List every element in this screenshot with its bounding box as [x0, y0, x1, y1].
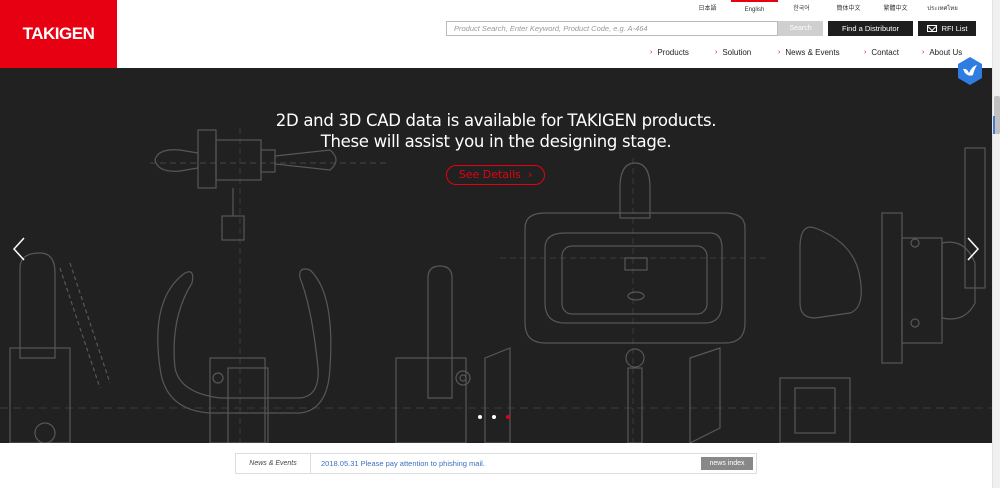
slider-dot-active[interactable]: [506, 415, 510, 419]
nav-item-label: Contact: [871, 47, 899, 57]
slider-pagination: [478, 415, 510, 419]
slider-prev-arrow-icon[interactable]: [10, 236, 28, 262]
search-bar: Search: [446, 21, 823, 36]
find-distributor-button[interactable]: Find a Distributor: [828, 21, 913, 36]
language-switcher: 日本語 English 한국어 簡体中文 繁體中文 ประเทศไทย: [684, 0, 966, 18]
news-index-button[interactable]: news index: [701, 457, 753, 470]
nav-item-label: Solution: [722, 47, 752, 57]
slider-next-arrow-icon[interactable]: [964, 236, 982, 262]
see-details-button[interactable]: See Details ›: [446, 165, 545, 185]
chevron-right-icon: ›: [715, 48, 718, 56]
news-ticker: News & Events 2018.05.31 Please pay atte…: [235, 453, 757, 474]
search-input[interactable]: [446, 21, 778, 36]
logo-text: TAKIGEN: [22, 24, 95, 43]
nav-item-news-events[interactable]: › News & Events: [778, 46, 864, 58]
scrollbar-marker: [993, 116, 1000, 134]
chevron-right-icon: ›: [650, 48, 653, 56]
main-nav: › Products › Solution › News & Events › …: [650, 46, 972, 58]
bird-badge-icon[interactable]: [957, 56, 983, 86]
lang-simplified-chinese[interactable]: 簡体中文: [825, 0, 872, 18]
hero-headline-line-1: 2D and 3D CAD data is available for TAKI…: [275, 111, 717, 130]
lang-english[interactable]: English: [731, 0, 778, 18]
chevron-right-icon: ›: [524, 168, 533, 181]
news-label: News & Events: [236, 454, 311, 473]
search-button[interactable]: Search: [778, 21, 823, 36]
chevron-right-icon: ›: [922, 48, 925, 56]
see-details-label: See Details: [458, 168, 521, 181]
rfi-list-button[interactable]: RFI List: [918, 21, 976, 36]
rfi-list-label: RFI List: [941, 24, 968, 33]
chevron-right-icon: ›: [864, 48, 867, 56]
lang-japanese[interactable]: 日本語: [684, 0, 731, 18]
lang-korean[interactable]: 한국어: [778, 0, 825, 18]
lang-traditional-chinese[interactable]: 繁體中文: [872, 0, 919, 18]
hero-headline-line-2: These will assist you in the designing s…: [320, 132, 672, 151]
page-scrollbar[interactable]: [992, 0, 1000, 488]
logo[interactable]: TAKIGEN: [0, 0, 117, 68]
lang-thai[interactable]: ประเทศไทย: [919, 0, 966, 18]
mail-icon: [926, 25, 937, 32]
nav-item-products[interactable]: › Products: [650, 46, 715, 58]
nav-item-solution[interactable]: › Solution: [715, 46, 778, 58]
nav-item-contact[interactable]: › Contact: [864, 46, 922, 58]
slider-dot[interactable]: [492, 415, 496, 419]
page: TAKIGEN 日本語 English 한국어 簡体中文 繁體中文 ประเทศ…: [0, 0, 1000, 488]
site-header: TAKIGEN 日本語 English 한국어 簡体中文 繁體中文 ประเทศ…: [0, 0, 992, 68]
hero-slider: 2D and 3D CAD data is available for TAKI…: [0, 68, 992, 443]
nav-item-label: Products: [657, 47, 689, 57]
slider-dot[interactable]: [478, 415, 482, 419]
nav-item-label: News & Events: [785, 47, 840, 57]
news-headline-link[interactable]: 2018.05.31 Please pay attention to phish…: [311, 459, 701, 468]
chevron-right-icon: ›: [778, 48, 781, 56]
